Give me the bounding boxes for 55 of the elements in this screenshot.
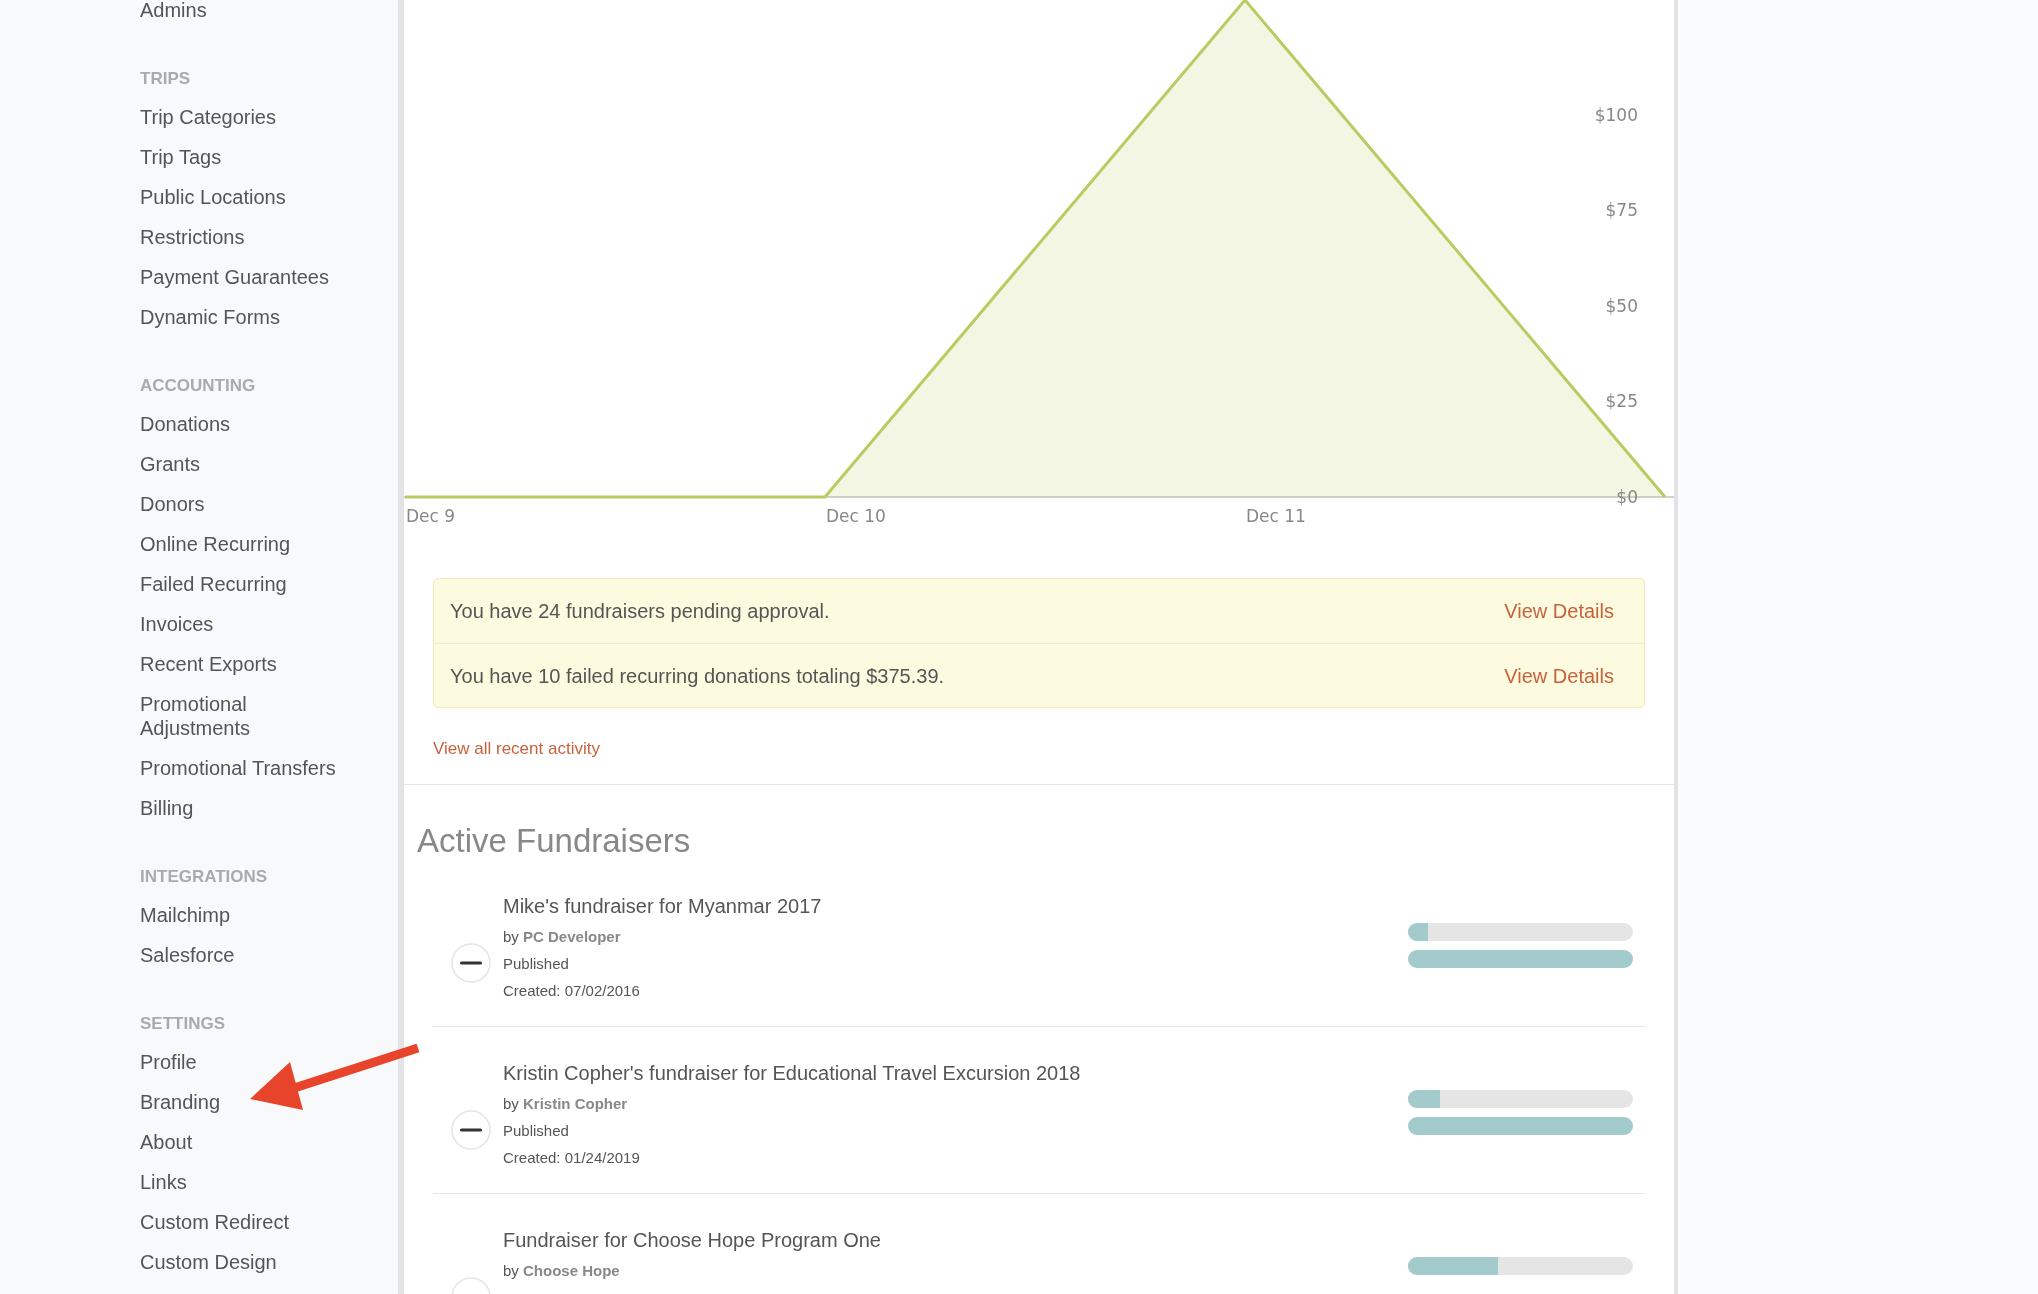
sidebar-link[interactable]: Dynamic Forms (140, 297, 280, 337)
sidebar-link[interactable]: Donations (140, 404, 231, 444)
axis-label: Dec 11 (1246, 506, 1306, 526)
fundraiser-title[interactable]: Mike's fundraiser for Myanmar 2017 (503, 893, 1408, 920)
sidebar-link[interactable]: Public Locations (140, 177, 286, 217)
sidebar-link[interactable]: Recent Exports (140, 644, 277, 684)
sidebar-link[interactable]: Branding (140, 1082, 221, 1122)
axis-label: $50 (1605, 295, 1638, 316)
status-text: Published (503, 1121, 570, 1142)
fundraiser-title[interactable]: Fundraiser for Choose Hope Program One (503, 1227, 1408, 1254)
sidebar-link[interactable]: Promotional Transfers (140, 748, 336, 788)
sidebar-link[interactable]: About (140, 1122, 193, 1162)
section-heading: SETTINGS (140, 1013, 226, 1035)
axis-label: $100 (1594, 104, 1638, 125)
alert-text: You have 10 failed recurring donations totaling $375.39. (450, 663, 945, 689)
sidebar-link[interactable]: Payment Guarantees (140, 257, 329, 297)
sidebar-link[interactable]: Invoices (140, 604, 214, 644)
byline: by PC Developer (503, 927, 622, 948)
sidebar-link[interactable]: Restrictions (140, 217, 245, 257)
fundraiser-title[interactable]: Kristin Copher's fundraiser for Educational Travel Excursion 2018 (503, 1060, 1408, 1087)
view-details-link[interactable]: View Details (1504, 660, 1614, 691)
sidebar-link[interactable]: Failed Recurring (140, 564, 287, 604)
section-heading: TRIPS (140, 68, 192, 90)
sidebar-link[interactable]: Promotional Adjustments (140, 684, 340, 748)
sidebar-link[interactable]: Donors (140, 484, 205, 524)
alert-text: You have 24 fundraisers pending approval. (450, 599, 830, 624)
sidebar-link[interactable]: Links (140, 1162, 187, 1202)
view-details-link[interactable]: View Details (1504, 596, 1614, 626)
section-heading: ACCOUNTING (140, 375, 257, 397)
avatar (451, 943, 491, 984)
axis-label: $25 (1605, 391, 1638, 412)
sidebar-link[interactable]: Salesforce (140, 935, 235, 975)
sidebar-link[interactable]: Billing (140, 788, 194, 828)
byline: by Kristin Copher (503, 1094, 629, 1115)
sidebar-link[interactable]: Mailchimp (140, 895, 231, 935)
created-date: Created: 01/24/2019 (503, 1148, 641, 1169)
avatar (451, 1110, 491, 1151)
sidebar-link[interactable]: Grants (140, 444, 201, 484)
sidebar-link[interactable]: Custom Redirect (140, 1202, 289, 1242)
axis-label: $75 (1605, 200, 1638, 221)
sidebar-link[interactable]: Custom Design (140, 1242, 277, 1282)
sidebar-link[interactable]: Admins (140, 0, 207, 30)
axis-label: Dec 9 (406, 506, 456, 526)
sidebar-link[interactable]: Profile (140, 1042, 197, 1082)
axis-label: Dec 10 (826, 506, 886, 526)
status-text: Published (503, 954, 570, 975)
sidebar-link[interactable]: Trip Categories (140, 97, 276, 137)
sidebar-link[interactable]: Online Recurring (140, 524, 291, 564)
axis-label: $0 (1616, 487, 1638, 507)
created-date: Created: 07/02/2016 (503, 981, 641, 1002)
byline: by Choose Hope (503, 1261, 621, 1282)
sidebar-link[interactable]: Trip Tags (140, 137, 222, 177)
section-title: Active Fundraisers (417, 820, 692, 861)
recent-activity-link[interactable]: View all recent activity (433, 736, 600, 762)
section-heading: INTEGRATIONS (140, 866, 269, 888)
